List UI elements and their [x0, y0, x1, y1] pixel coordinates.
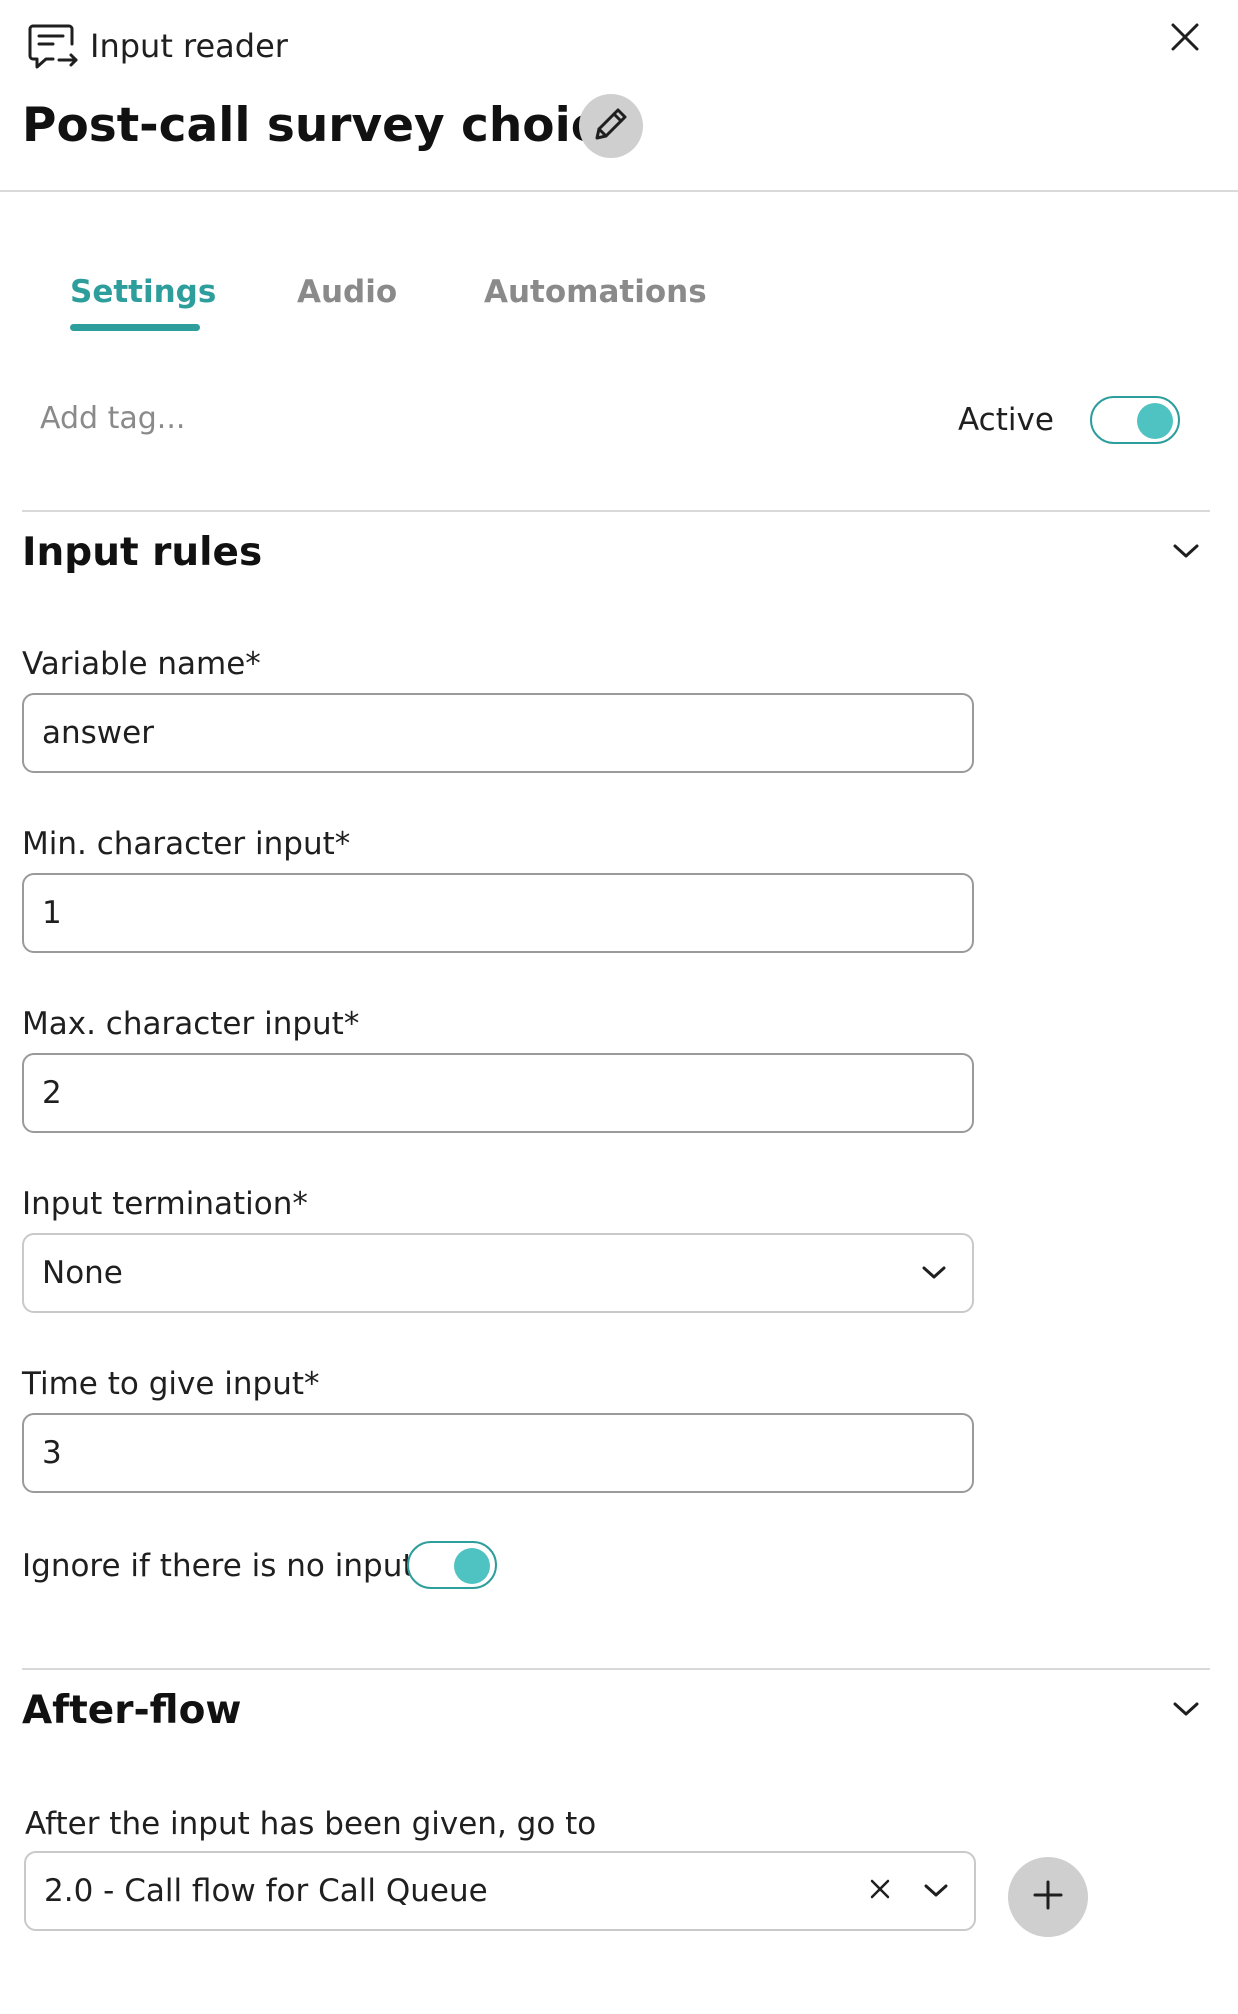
- ignore-no-input-toggle[interactable]: [407, 1541, 497, 1589]
- min-character-input[interactable]: [22, 873, 974, 953]
- toggle-knob: [1137, 403, 1173, 439]
- input-reader-panel: Input reader Post-call survey choice Set…: [0, 0, 1238, 2014]
- chevron-down-icon: [918, 1873, 954, 1909]
- add-tag-input[interactable]: [40, 396, 600, 440]
- variable-name-label: Variable name*: [22, 646, 261, 682]
- close-icon: [1169, 21, 1201, 57]
- max-character-label: Max. character input*: [22, 1006, 360, 1042]
- input-termination-label: Input termination*: [22, 1186, 308, 1222]
- input-termination-select[interactable]: None: [22, 1233, 974, 1313]
- active-tab-indicator: [70, 324, 200, 331]
- active-label: Active: [958, 402, 1054, 438]
- close-button[interactable]: [1162, 16, 1208, 62]
- chevron-down-icon: [916, 1255, 952, 1291]
- section-divider: [22, 510, 1210, 512]
- tab-settings[interactable]: Settings: [70, 272, 216, 312]
- after-flow-collapse-button[interactable]: [1166, 1691, 1206, 1731]
- panel-type-label: Input reader: [90, 27, 288, 65]
- plus-icon: [1032, 1879, 1064, 1915]
- edit-title-button[interactable]: [579, 94, 643, 158]
- after-flow-goto-select[interactable]: 2.0 - Call flow for Call Queue: [24, 1851, 976, 1931]
- input-rules-title: Input rules: [22, 530, 263, 575]
- panel-header: Input reader Post-call survey choice: [0, 0, 1238, 192]
- input-reader-icon: [27, 22, 79, 70]
- time-to-give-label: Time to give input*: [22, 1366, 320, 1402]
- input-rules-collapse-button[interactable]: [1166, 533, 1206, 573]
- page-title: Post-call survey choice: [22, 98, 631, 153]
- chevron-down-icon: [1172, 542, 1200, 564]
- after-flow-title: After-flow: [22, 1688, 242, 1733]
- tab-automations[interactable]: Automations: [484, 272, 707, 312]
- toggle-knob: [454, 1548, 490, 1584]
- max-character-input[interactable]: [22, 1053, 974, 1133]
- input-termination-value: None: [42, 1255, 123, 1291]
- after-flow-goto-label: After the input has been given, go to: [25, 1806, 597, 1842]
- ignore-no-input-label: Ignore if there is no input: [22, 1548, 415, 1584]
- add-flow-button[interactable]: [1008, 1857, 1088, 1937]
- after-flow-goto-value: 2.0 - Call flow for Call Queue: [44, 1873, 488, 1909]
- close-icon: [869, 1878, 891, 1904]
- tab-audio[interactable]: Audio: [297, 272, 397, 312]
- section-divider: [22, 1668, 1210, 1670]
- time-to-give-input[interactable]: [22, 1413, 974, 1493]
- chevron-down-icon: [1172, 1700, 1200, 1722]
- clear-selection-button[interactable]: [862, 1873, 898, 1909]
- min-character-label: Min. character input*: [22, 826, 351, 862]
- pencil-icon: [591, 104, 631, 148]
- variable-name-input[interactable]: [22, 693, 974, 773]
- active-toggle[interactable]: [1090, 396, 1180, 444]
